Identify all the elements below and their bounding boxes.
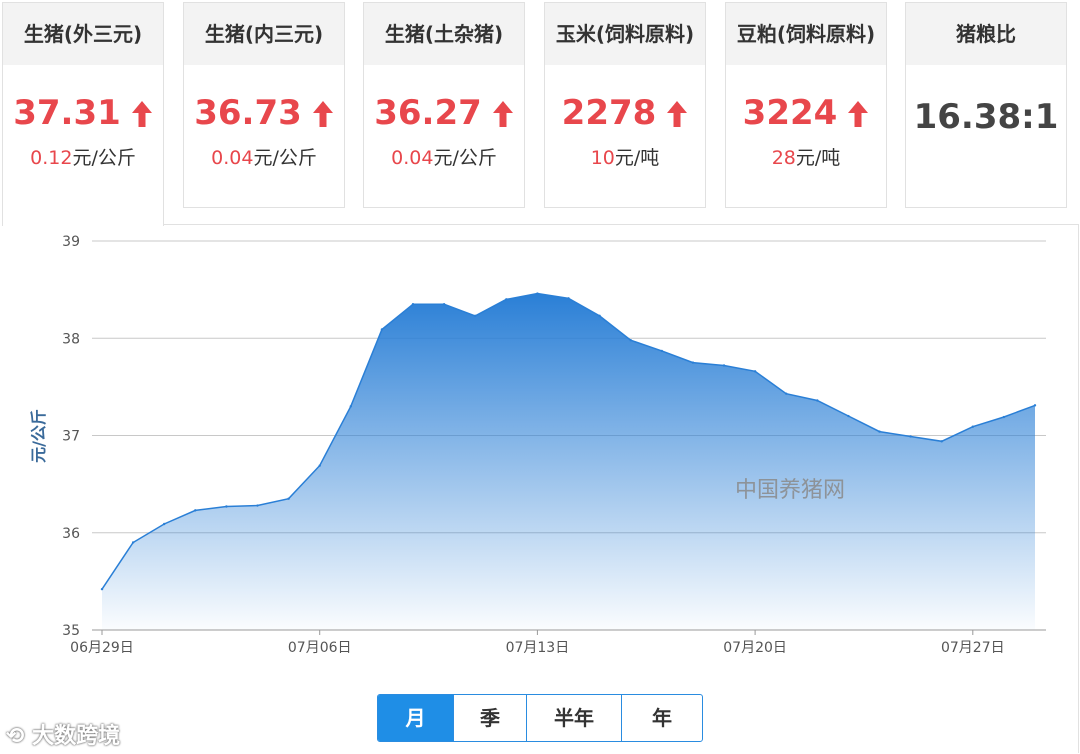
data-point xyxy=(318,464,321,467)
x-tick-label: 07月13日 xyxy=(506,640,570,656)
card-title: 生猪(内三元) xyxy=(184,3,344,65)
price-card[interactable]: 生猪(土杂猪) 36.27 0.04元/公斤 xyxy=(363,2,525,208)
data-point xyxy=(163,522,166,526)
change-unit: 元/公斤 xyxy=(253,147,317,169)
data-point xyxy=(536,292,539,295)
ratio-value: 16.38:1 xyxy=(913,97,1059,137)
arrow-up-icon xyxy=(312,97,334,137)
arrow-up-icon xyxy=(847,97,869,137)
logo-icon: ⟲ xyxy=(6,724,25,749)
data-point xyxy=(380,328,384,331)
arrow-up-icon xyxy=(131,97,153,137)
y-axis-label: 元/公斤 xyxy=(29,409,48,463)
data-point xyxy=(909,435,912,438)
data-point xyxy=(816,399,819,402)
data-point xyxy=(194,509,197,512)
arrow-up-icon xyxy=(492,97,514,137)
price-card[interactable]: 猪粮比 16.38:1 xyxy=(905,2,1067,208)
price-card[interactable]: 豆粕(饲料原料) 3224 28元/吨 xyxy=(725,2,887,208)
data-point xyxy=(847,414,850,418)
data-point xyxy=(691,361,695,364)
data-point xyxy=(878,430,881,433)
data-point xyxy=(411,303,415,306)
data-point xyxy=(785,392,788,395)
data-point xyxy=(567,297,570,300)
data-point xyxy=(349,405,352,408)
x-tick-label: 07月06日 xyxy=(288,640,352,656)
data-point xyxy=(505,298,508,301)
x-tick-label: 06月29日 xyxy=(70,640,134,656)
y-tick-label: 38 xyxy=(62,331,80,347)
card-title: 生猪(外三元) xyxy=(3,3,163,65)
data-point xyxy=(660,349,663,353)
change-row: 10元/吨 xyxy=(545,143,705,170)
data-point xyxy=(287,497,290,500)
change-row: 0.04元/公斤 xyxy=(364,143,524,170)
data-point xyxy=(753,370,757,373)
arrow-up-icon xyxy=(666,97,688,137)
price-value: 37.31 xyxy=(13,93,121,133)
y-tick-label: 39 xyxy=(62,234,80,250)
card-title: 豆粕(饲料原料) xyxy=(726,3,886,65)
change-unit: 元/公斤 xyxy=(72,147,136,169)
price-value: 36.27 xyxy=(374,93,482,133)
change-row: 28元/吨 xyxy=(726,143,886,170)
price-value: 36.73 xyxy=(194,93,302,133)
change-value: 0.04 xyxy=(391,147,434,169)
price-row: 36.27 xyxy=(364,93,524,137)
price-row: 3224 xyxy=(726,93,886,137)
data-point xyxy=(971,425,974,428)
data-point xyxy=(256,504,259,507)
data-point xyxy=(442,303,446,306)
y-tick-label: 35 xyxy=(62,623,80,639)
price-row: 36.73 xyxy=(184,93,344,137)
card-title: 生猪(土杂猪) xyxy=(364,3,524,65)
price-value: 3224 xyxy=(742,93,838,133)
x-tick-label: 07月20日 xyxy=(723,640,787,656)
data-point xyxy=(225,505,228,508)
change-unit: 元/公斤 xyxy=(433,147,497,169)
change-unit: 元/吨 xyxy=(795,147,841,169)
chart-watermark: 中国养猪网 xyxy=(735,478,845,503)
data-point xyxy=(598,314,601,318)
data-point xyxy=(722,364,726,367)
range-button-month[interactable]: 月 xyxy=(378,695,453,741)
logo-text: 大数跨境 xyxy=(32,724,121,749)
watermark-logo: ⟲ 大数跨境 xyxy=(6,718,120,750)
range-button-half-year[interactable]: 半年 xyxy=(526,695,621,741)
change-value: 0.04 xyxy=(211,147,254,169)
change-value: 0.12 xyxy=(30,147,73,169)
range-button-year[interactable]: 年 xyxy=(621,695,702,741)
data-point xyxy=(940,440,943,443)
data-point xyxy=(629,338,632,342)
change-value: 10 xyxy=(590,147,615,169)
series-area xyxy=(102,293,1035,630)
change-unit: 元/吨 xyxy=(614,147,660,169)
y-tick-label: 36 xyxy=(62,526,80,542)
card-title: 玉米(饲料原料) xyxy=(545,3,705,65)
range-button-quarter[interactable]: 季 xyxy=(453,695,526,741)
data-point xyxy=(1002,415,1006,419)
x-tick-label: 07月27日 xyxy=(941,640,1005,656)
price-row: 2278 xyxy=(545,93,705,137)
price-trend-chart: 35 36 37 38 39 06月29日 07月06日 07月13日 07月20日 07月27日… xyxy=(29,234,1046,656)
y-tick-label: 37 xyxy=(62,429,80,445)
price-value: 2278 xyxy=(561,93,657,133)
data-point xyxy=(474,314,477,318)
card-title: 猪粮比 xyxy=(906,3,1066,65)
change-row: 0.04元/公斤 xyxy=(184,143,344,170)
data-point xyxy=(1033,404,1037,407)
price-card[interactable]: 生猪(外三元) 37.31 0.12元/公斤 xyxy=(2,2,164,226)
data-point xyxy=(100,587,104,591)
range-selector: 月 季 半年 年 xyxy=(377,694,703,742)
price-card[interactable]: 生猪(内三元) 36.73 0.04元/公斤 xyxy=(183,2,345,208)
change-row: 0.12元/公斤 xyxy=(3,143,163,170)
price-card[interactable]: 玉米(饲料原料) 2278 10元/吨 xyxy=(544,2,706,208)
change-value: 28 xyxy=(771,147,796,169)
price-row: 37.31 xyxy=(3,93,163,137)
data-point xyxy=(131,541,135,544)
